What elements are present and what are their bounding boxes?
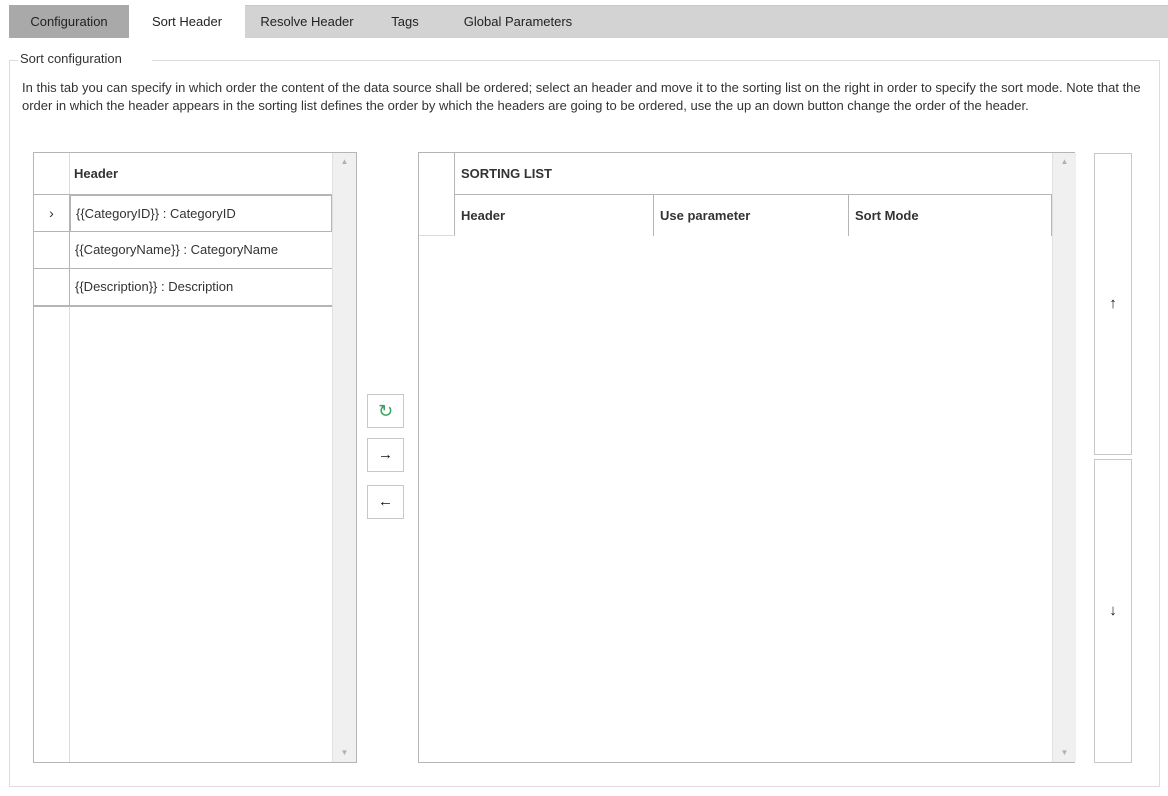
tab-resolve-header[interactable]: Resolve Header: [245, 5, 369, 38]
column-header-use-parameter[interactable]: Use parameter: [654, 195, 849, 236]
sorting-list-title: SORTING LIST: [455, 153, 1052, 195]
scroll-down-icon[interactable]: ▼: [333, 744, 356, 762]
vertical-scrollbar[interactable]: ▲ ▼: [332, 153, 356, 762]
empty-grid-area: [34, 306, 332, 762]
tab-sort-header[interactable]: Sort Header: [129, 5, 245, 38]
empty-grid-area: [419, 236, 1052, 762]
refresh-icon: ↻: [377, 401, 394, 421]
move-to-sorting-list-button[interactable]: →: [367, 438, 404, 472]
remove-from-sorting-list-button[interactable]: ←: [367, 485, 404, 519]
group-box-top-line: [152, 60, 1160, 61]
tab-tags[interactable]: Tags: [369, 5, 441, 38]
grid-corner: [419, 153, 455, 236]
row-header: [34, 269, 70, 305]
column-header-header[interactable]: Header: [455, 195, 654, 236]
headers-grid-body: Header › {{CategoryID}} : CategoryID {{C…: [34, 153, 332, 762]
current-row-indicator-icon: ›: [34, 195, 70, 231]
headers-grid[interactable]: Header › {{CategoryID}} : CategoryID {{C…: [33, 152, 357, 763]
table-row[interactable]: {{CategoryName}} : CategoryName: [34, 232, 332, 269]
table-cell[interactable]: {{CategoryName}} : CategoryName: [70, 232, 332, 268]
instructions-text: In this tab you can specify in which ord…: [22, 80, 1141, 113]
tab-global-parameters[interactable]: Global Parameters: [441, 5, 595, 38]
scroll-down-icon[interactable]: ▼: [1053, 744, 1076, 762]
group-box-top-left-line: [9, 60, 18, 61]
tab-bar: Configuration Sort Header Resolve Header…: [0, 0, 1168, 38]
vertical-scrollbar[interactable]: ▲ ▼: [1052, 153, 1076, 762]
scroll-up-icon[interactable]: ▲: [333, 153, 356, 171]
arrow-right-icon: →: [378, 446, 393, 463]
table-cell[interactable]: {{CategoryID}} : CategoryID: [70, 195, 332, 232]
tab-configuration[interactable]: Configuration: [9, 5, 129, 38]
scroll-up-icon[interactable]: ▲: [1053, 153, 1076, 171]
sorting-list-grid[interactable]: SORTING LIST Header Use parameter Sort M…: [418, 152, 1076, 763]
move-up-button[interactable]: ↑: [1094, 153, 1132, 455]
column-header-header[interactable]: Header: [70, 153, 332, 195]
row-header: [34, 232, 70, 268]
group-box-title: Sort configuration: [20, 51, 122, 66]
table-row[interactable]: {{Description}} : Description: [34, 269, 332, 306]
table-cell[interactable]: {{Description}} : Description: [70, 269, 332, 305]
column-header-sort-mode[interactable]: Sort Mode: [849, 195, 1052, 236]
refresh-button[interactable]: ↻: [367, 394, 404, 428]
arrow-left-icon: ←: [378, 493, 393, 510]
move-down-button[interactable]: ↓: [1094, 459, 1132, 763]
arrow-down-icon: ↓: [1109, 602, 1117, 619]
grid-corner: [34, 153, 70, 195]
arrow-up-icon: ↑: [1109, 295, 1117, 312]
table-row[interactable]: › {{CategoryID}} : CategoryID: [34, 195, 332, 232]
